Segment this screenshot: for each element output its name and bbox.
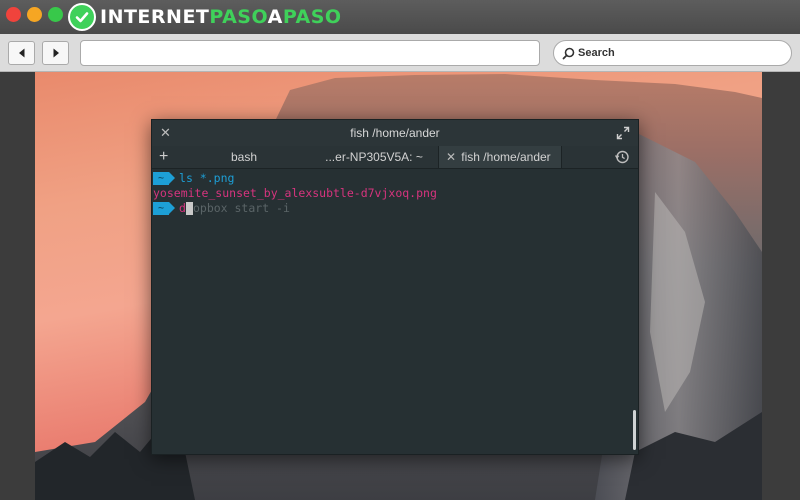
tab-fish-active[interactable]: ✕ fish /home/ander — [438, 146, 562, 168]
history-icon[interactable] — [614, 149, 630, 165]
tab-bash[interactable]: bash — [178, 146, 310, 168]
terminal-line: yosemite_sunset_by_alexsubtle-d7vjxoq.pn… — [152, 186, 638, 201]
tab-label: ...er-NP305V5A: ~ — [325, 150, 423, 164]
window-titlebar: INTERNETPASOAPASO — [0, 0, 800, 34]
search-label: Search — [578, 47, 615, 59]
prompt-indicator: ~ — [153, 172, 176, 185]
terminal-line: ~ d opbox start -i — [152, 201, 638, 216]
maximize-icon[interactable] — [616, 126, 630, 140]
terminal-scrollbar[interactable] — [633, 410, 636, 450]
tab-label: bash — [230, 150, 258, 164]
address-bar[interactable] — [80, 40, 540, 66]
terminal-titlebar: ✕ fish /home/ander — [152, 120, 638, 146]
logo-part-paso-2: PASO — [282, 6, 342, 28]
logo-part-internet: INTERNET — [100, 6, 210, 28]
tab-remote-session[interactable]: ...er-NP305V5A: ~ — [310, 146, 438, 168]
terminal-window[interactable]: ✕ fish /home/ander + bash ...er-NP305V5A… — [151, 119, 639, 455]
logo-part-paso: PASO — [209, 6, 268, 28]
logo-text: INTERNETPASOAPASO — [100, 6, 342, 28]
plus-icon[interactable]: + — [159, 146, 168, 168]
close-window-button[interactable] — [6, 7, 21, 22]
command-text: ls *.png — [179, 171, 235, 185]
forward-arrow-icon — [53, 48, 59, 58]
minimize-window-button[interactable] — [27, 7, 42, 22]
logo-part-a: A — [267, 6, 283, 28]
text-cursor — [185, 202, 193, 215]
autosuggestion-text: opbox start -i — [192, 201, 290, 215]
terminal-line: ~ ls *.png — [152, 171, 638, 186]
site-logo: INTERNETPASOAPASO — [68, 3, 342, 31]
terminal-tab-bar: + bash ...er-NP305V5A: ~ ✕ fish /home/an… — [152, 146, 638, 169]
output-text: yosemite_sunset_by_alexsubtle-d7vjxoq.pn… — [153, 186, 437, 200]
back-arrow-icon — [18, 48, 24, 58]
close-tab-icon[interactable]: ✕ — [446, 146, 456, 168]
checkmark-icon — [68, 3, 96, 31]
search-input[interactable]: Search — [553, 40, 792, 66]
search-icon — [562, 47, 575, 59]
prompt-indicator: ~ — [153, 202, 176, 215]
tab-label: fish /home/ander — [461, 150, 551, 164]
zoom-window-button[interactable] — [48, 7, 63, 22]
back-button[interactable] — [8, 41, 35, 65]
terminal-output[interactable]: ~ ls *.png yosemite_sunset_by_alexsubtle-… — [152, 170, 638, 455]
terminal-title: fish /home/ander — [350, 126, 440, 140]
typed-input: d — [179, 201, 186, 215]
close-icon[interactable]: ✕ — [160, 120, 171, 146]
browser-toolbar: Search — [0, 34, 800, 72]
forward-button[interactable] — [42, 41, 69, 65]
